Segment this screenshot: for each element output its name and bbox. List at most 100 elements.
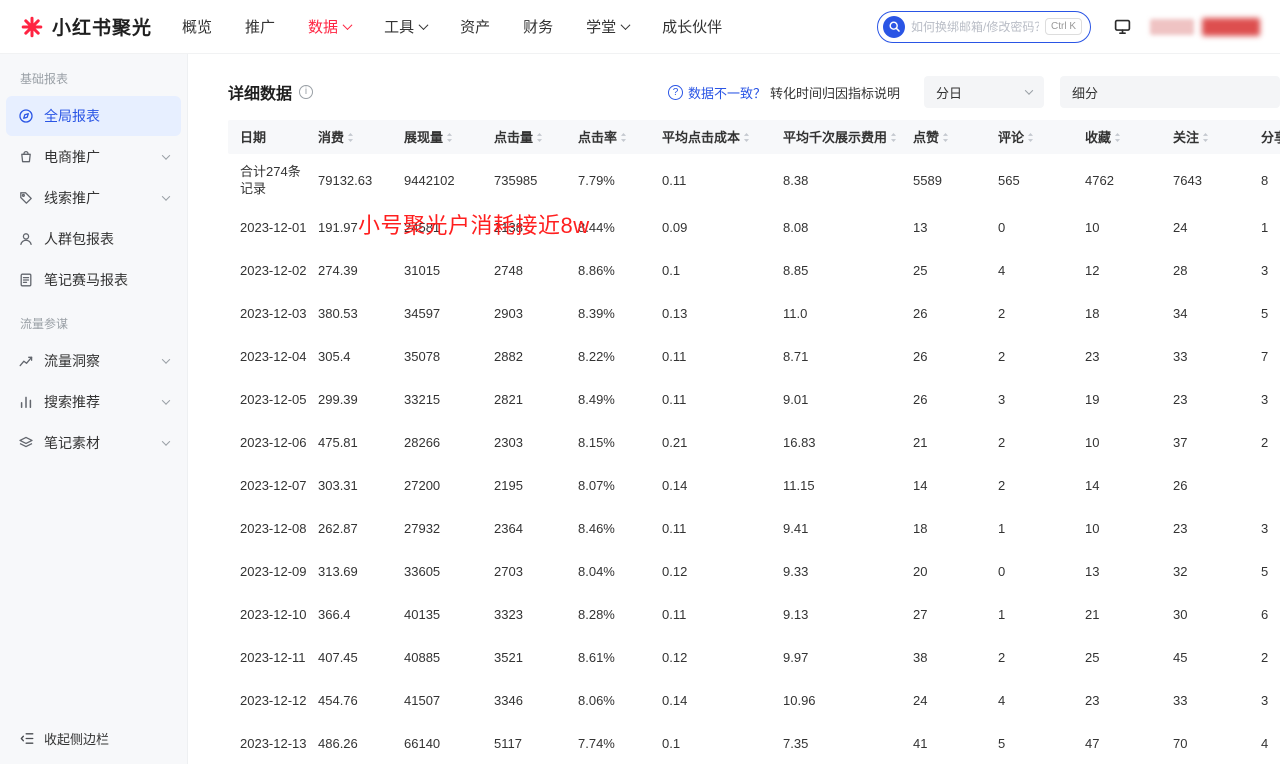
table-cell: 0.1 bbox=[662, 262, 783, 279]
nav-item-academy[interactable]: 学堂 bbox=[586, 16, 629, 37]
table-cell: 2821 bbox=[494, 391, 578, 408]
sort-icon[interactable] bbox=[942, 132, 949, 143]
table-cell: 47 bbox=[1085, 735, 1173, 752]
nav-item-growth-partner[interactable]: 成长伙伴 bbox=[662, 16, 722, 37]
sidebar-item-ecommerce-promotion[interactable]: 电商推广 bbox=[6, 137, 181, 177]
table-cell: 23 bbox=[1173, 391, 1261, 408]
table-cell: 5117 bbox=[494, 735, 578, 752]
table-row: 2023-12-07303.312720021958.07%0.1411.151… bbox=[228, 464, 1280, 507]
header-cell[interactable]: 点赞 bbox=[913, 129, 998, 146]
sort-icon[interactable] bbox=[446, 132, 453, 143]
table-cell: 8.61% bbox=[578, 649, 662, 666]
sidebar-item-label: 流量洞察 bbox=[44, 351, 100, 371]
table-cell: 8.71 bbox=[783, 348, 913, 365]
sort-icon[interactable] bbox=[536, 132, 543, 143]
sidebar-section-title: 基础报表 bbox=[0, 56, 187, 95]
sort-icon[interactable] bbox=[347, 132, 354, 143]
bars-icon bbox=[18, 394, 34, 410]
sort-icon[interactable] bbox=[743, 132, 750, 143]
header-cell[interactable]: 分享 bbox=[1261, 129, 1280, 146]
sidebar-item-search-recommend[interactable]: 搜索推荐 bbox=[6, 382, 181, 422]
search-input[interactable] bbox=[911, 20, 1039, 34]
header-cell[interactable]: 平均点击成本 bbox=[662, 129, 783, 146]
granularity-select[interactable]: 分日 bbox=[924, 76, 1044, 108]
table-cell: 8.86% bbox=[578, 262, 662, 279]
table-cell: 9.41 bbox=[783, 520, 913, 537]
nav-label: 数据 bbox=[308, 16, 338, 37]
app-title: 小红书聚光 bbox=[52, 13, 152, 40]
sidebar-item-note-race-report[interactable]: 笔记赛马报表 bbox=[6, 260, 181, 300]
sidebar-item-global-report[interactable]: 全局报表 bbox=[6, 96, 181, 136]
sidebar-item-note-material[interactable]: 笔记素材 bbox=[6, 423, 181, 463]
header-cell: 日期 bbox=[228, 129, 318, 146]
sidebar-item-lead-promotion[interactable]: 线索推广 bbox=[6, 178, 181, 218]
collapse-sidebar-button[interactable]: 收起侧边栏 bbox=[20, 729, 109, 748]
header-cell[interactable]: 平均千次展示费用 bbox=[783, 129, 913, 146]
table-cell: 407.45 bbox=[318, 649, 404, 666]
app-logo[interactable]: 小红书聚光 bbox=[20, 13, 152, 40]
table-row: 2023-12-05299.393321528218.49%0.119.0126… bbox=[228, 378, 1280, 421]
search-icon[interactable] bbox=[883, 16, 905, 38]
header-cell[interactable]: 评论 bbox=[998, 129, 1085, 146]
header-label: 点赞 bbox=[913, 129, 939, 146]
tag-icon bbox=[18, 190, 34, 206]
sidebar-item-label: 笔记素材 bbox=[44, 433, 100, 453]
chevron-down-icon bbox=[621, 20, 631, 30]
sidebar-item-traffic-insight[interactable]: 流量洞察 bbox=[6, 341, 181, 381]
table-cell: 66140 bbox=[404, 735, 494, 752]
header-cell[interactable]: 消费 bbox=[318, 129, 404, 146]
breakdown-select[interactable]: 细分 bbox=[1060, 76, 1280, 108]
chevron-down-icon bbox=[162, 355, 170, 363]
table-cell: 3521 bbox=[494, 649, 578, 666]
nav-item-finance[interactable]: 财务 bbox=[523, 16, 553, 37]
attribution-note[interactable]: 转化时间归因指标说明 bbox=[770, 83, 900, 102]
table-row: 2023-12-04305.43507828828.22%0.118.71262… bbox=[228, 335, 1280, 378]
sidebar-item-audience-report[interactable]: 人群包报表 bbox=[6, 219, 181, 259]
table-cell: 3 bbox=[1261, 520, 1280, 537]
header-cell[interactable]: 关注 bbox=[1173, 129, 1261, 146]
sort-icon[interactable] bbox=[890, 132, 897, 143]
nav-item-data[interactable]: 数据 bbox=[308, 16, 351, 37]
table-cell: 0 bbox=[998, 219, 1085, 236]
table-cell: 7.35 bbox=[783, 735, 913, 752]
global-search[interactable]: Ctrl K bbox=[877, 11, 1091, 43]
table-cell: 8.22% bbox=[578, 348, 662, 365]
sort-icon[interactable] bbox=[1202, 132, 1209, 143]
workbench-icon[interactable] bbox=[1113, 17, 1132, 36]
toolbar-right: ? 数据不一致？ 转化时间归因指标说明 分日 细分 bbox=[668, 76, 1280, 108]
nav-item-assets[interactable]: 资产 bbox=[460, 16, 490, 37]
table-cell: 303.31 bbox=[318, 477, 404, 494]
user-account-redacted[interactable] bbox=[1150, 18, 1260, 36]
table-cell: 8 bbox=[1261, 172, 1280, 189]
table-cell: 8.07% bbox=[578, 477, 662, 494]
table-cell: 35078 bbox=[404, 348, 494, 365]
table-cell: 274.39 bbox=[318, 262, 404, 279]
header-cell[interactable]: 点击量 bbox=[494, 129, 578, 146]
header-cell[interactable]: 收藏 bbox=[1085, 129, 1173, 146]
table-cell: 70 bbox=[1173, 735, 1261, 752]
sort-icon[interactable] bbox=[1114, 132, 1121, 143]
table-row: 2023-12-02274.393101527488.86%0.18.85254… bbox=[228, 249, 1280, 292]
page-title-text: 详细数据 bbox=[228, 80, 292, 104]
sort-icon[interactable] bbox=[1027, 132, 1034, 143]
table-cell: 0.14 bbox=[662, 477, 783, 494]
table-cell: 2023-12-02 bbox=[228, 262, 318, 279]
nav-item-promotion[interactable]: 推广 bbox=[245, 16, 275, 37]
nav-label: 概览 bbox=[182, 16, 212, 37]
nav-item-overview[interactable]: 概览 bbox=[182, 16, 212, 37]
table-cell: 8.04% bbox=[578, 563, 662, 580]
info-icon[interactable]: i bbox=[299, 85, 313, 99]
nav-item-tools[interactable]: 工具 bbox=[384, 16, 427, 37]
table-cell: 8.06% bbox=[578, 692, 662, 709]
toolbar: 详细数据 i ? 数据不一致？ 转化时间归因指标说明 分日 细分 bbox=[228, 76, 1280, 108]
data-inconsistent-link[interactable]: 数据不一致？ bbox=[688, 83, 766, 102]
table-row: 2023-12-10366.44013533238.28%0.119.13271… bbox=[228, 593, 1280, 636]
table-cell: 9.33 bbox=[783, 563, 913, 580]
sort-icon[interactable] bbox=[620, 132, 627, 143]
table-cell: 41507 bbox=[404, 692, 494, 709]
nav-label: 成长伙伴 bbox=[662, 16, 722, 37]
table-cell: 2 bbox=[998, 434, 1085, 451]
header-cell[interactable]: 点击率 bbox=[578, 129, 662, 146]
header-cell[interactable]: 展现量 bbox=[404, 129, 494, 146]
table-cell: 305.4 bbox=[318, 348, 404, 365]
